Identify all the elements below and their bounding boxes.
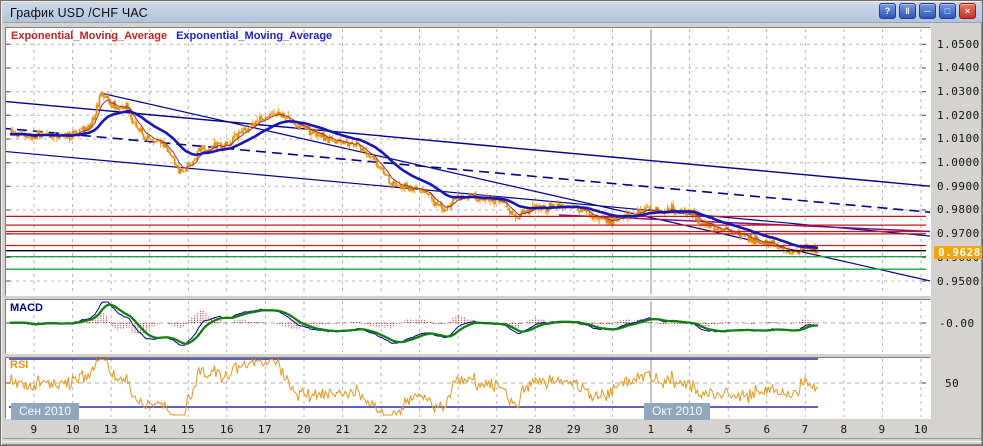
macd-label: MACD — [10, 302, 43, 314]
main-chart-pane[interactable] — [5, 27, 931, 296]
day-axis-label: 30 — [597, 423, 627, 436]
indicator-legend: Exponential_Moving_Average Exponential_Mo… — [11, 30, 332, 42]
day-axis-label: 8 — [829, 423, 859, 436]
rsi-pane[interactable] — [5, 357, 931, 419]
day-axis-label: 29 — [559, 423, 589, 436]
price-axis-label: 1.0000 — [937, 156, 980, 169]
day-axis-label: 4 — [675, 423, 705, 436]
rsi-canvas[interactable] — [6, 358, 930, 418]
day-axis-label: 5 — [713, 423, 743, 436]
day-axis-label: 9 — [867, 423, 897, 436]
close-button[interactable]: × — [959, 3, 976, 19]
title-bar[interactable]: График USD /CHF ЧАС — [3, 3, 982, 23]
macd-value-label: -0.00 — [939, 317, 975, 330]
day-axis-label: 10 — [906, 423, 936, 436]
price-axis-label: 1.0400 — [937, 61, 980, 74]
day-axis-label: 10 — [58, 423, 88, 436]
price-axis-label: 1.0200 — [937, 109, 980, 122]
window-controls: ? ‖ ─ □ × — [879, 3, 976, 19]
day-axis-label: 14 — [135, 423, 165, 436]
price-axis-label: 0.9800 — [937, 203, 980, 216]
ema-fast-legend: Exponential_Moving_Average — [11, 30, 167, 42]
chart-window: График USD /CHF ЧАС ? ‖ ─ □ × Exponentia… — [0, 0, 983, 446]
help-button[interactable]: ? — [879, 3, 896, 19]
day-axis-label: 1 — [636, 423, 666, 436]
macd-canvas[interactable] — [6, 300, 930, 353]
rsi-value-label: 50 — [945, 377, 959, 390]
price-axis-label: 0.9900 — [937, 180, 980, 193]
price-axis-label: 1.0500 — [937, 38, 980, 51]
day-axis-label: 15 — [173, 423, 203, 436]
window-title: График USD /CHF ЧАС — [10, 6, 148, 20]
day-axis-label: 23 — [405, 423, 435, 436]
maximize-button[interactable]: □ — [939, 3, 956, 19]
ema-slow-legend: Exponential_Moving_Average — [176, 30, 332, 42]
day-axis-label: 21 — [328, 423, 358, 436]
day-axis-label: 22 — [366, 423, 396, 436]
day-axis-label: 7 — [790, 423, 820, 436]
bottom-frame — [3, 438, 982, 442]
month-badge-oct: Окт 2010 — [644, 403, 710, 420]
price-axis-label: 0.9500 — [937, 275, 980, 288]
pause-button[interactable]: ‖ — [899, 3, 916, 19]
day-axis-label: 13 — [96, 423, 126, 436]
day-axis-label: 9 — [19, 423, 49, 436]
month-badge-sep: Сен 2010 — [11, 403, 79, 420]
day-axis-label: 20 — [289, 423, 319, 436]
day-axis-label: 6 — [752, 423, 782, 436]
day-axis-label: 24 — [443, 423, 473, 436]
minimize-button[interactable]: ─ — [919, 3, 936, 19]
main-canvas[interactable] — [6, 28, 930, 295]
day-axis-label: 16 — [212, 423, 242, 436]
day-axis-label: 27 — [482, 423, 512, 436]
current-price-tag: 0.9628 — [934, 246, 983, 259]
macd-pane[interactable] — [5, 299, 931, 354]
price-axis-label: 1.0100 — [937, 132, 980, 145]
rsi-label: RSI — [10, 359, 28, 371]
day-axis-label: 17 — [250, 423, 280, 436]
day-axis-label: 28 — [520, 423, 550, 436]
price-axis-label: 0.9700 — [937, 227, 980, 240]
price-axis-label: 1.0300 — [937, 85, 980, 98]
